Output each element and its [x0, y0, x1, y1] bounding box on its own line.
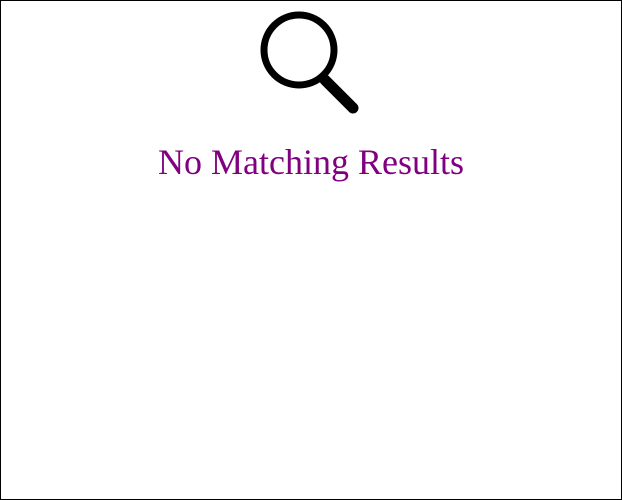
- search-icon: [259, 10, 363, 114]
- empty-state: No Matching Results: [1, 1, 621, 182]
- results-panel: No Matching Results: [0, 0, 622, 500]
- no-results-message: No Matching Results: [158, 142, 464, 182]
